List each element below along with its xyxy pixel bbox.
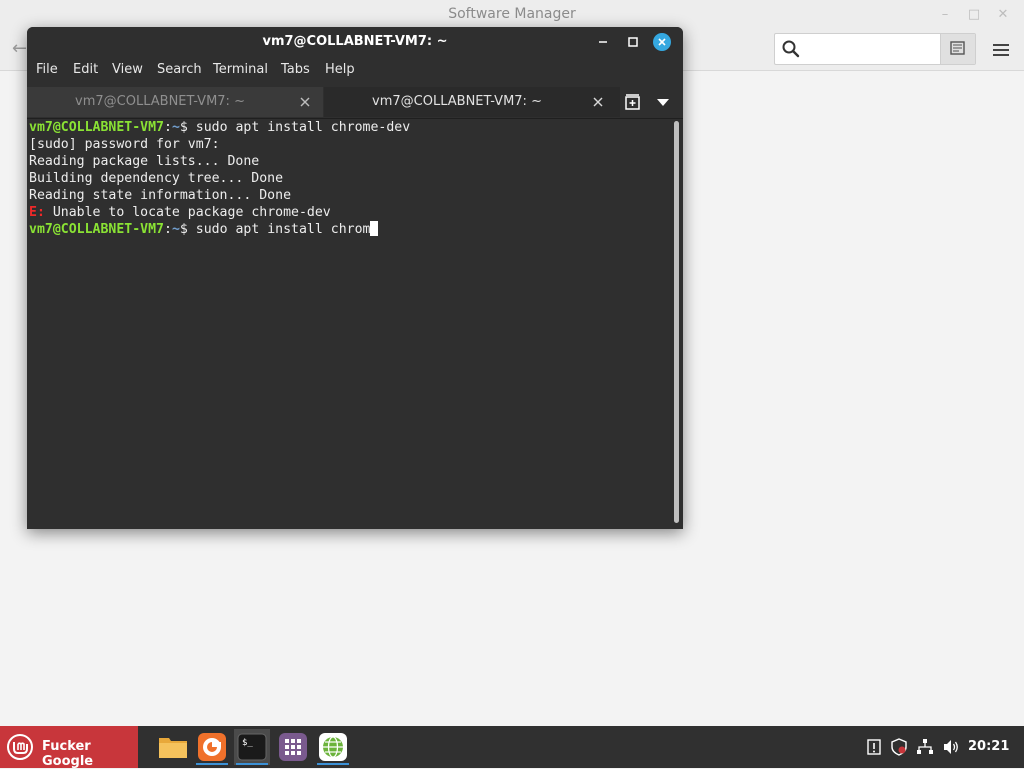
taskbar-firefox[interactable] bbox=[194, 729, 230, 765]
prompt-colon: : bbox=[163, 120, 172, 135]
maximize-icon[interactable]: □ bbox=[963, 4, 985, 26]
search-icon bbox=[782, 40, 800, 58]
files-icon bbox=[159, 738, 187, 758]
app-running-indicator bbox=[236, 763, 268, 765]
menu-search[interactable]: Search bbox=[157, 62, 202, 77]
menu-view[interactable]: View bbox=[112, 62, 143, 77]
terminal-tab-1[interactable]: vm7@COLLABNET-VM7: ~ bbox=[27, 87, 323, 117]
terminal-titlebar[interactable]: vm7@COLLABNET-VM7: ~ bbox=[27, 27, 683, 57]
close-button[interactable] bbox=[653, 33, 671, 51]
search-box[interactable] bbox=[774, 33, 976, 65]
software-manager-titlebar: Software Manager – □ ✕ bbox=[0, 0, 1024, 30]
terminal-line: vm7@COLLABNET-VM7:~$ sudo apt install ch… bbox=[29, 221, 379, 238]
command-input[interactable]: sudo apt install chrom bbox=[188, 222, 371, 237]
terminal-output[interactable]: vm7@COLLABNET-VM7:~$ sudo apt install ch… bbox=[27, 119, 673, 529]
update-manager-icon[interactable] bbox=[865, 738, 883, 756]
terminal-line: Reading state information... Done bbox=[29, 188, 292, 203]
text-cursor bbox=[370, 221, 379, 236]
minimize-icon[interactable] bbox=[595, 35, 611, 49]
clear-search-icon bbox=[950, 41, 965, 55]
menu-tabs[interactable]: Tabs bbox=[281, 62, 310, 77]
terminal-scrollbar[interactable] bbox=[674, 121, 679, 523]
chevron-down-icon[interactable] bbox=[655, 95, 671, 109]
menu-terminal[interactable]: Terminal bbox=[213, 62, 268, 77]
prompt-path: ~ bbox=[171, 120, 180, 135]
taskbar-software-manager[interactable] bbox=[315, 729, 351, 765]
shield-icon[interactable] bbox=[890, 738, 908, 756]
network-icon[interactable] bbox=[916, 738, 934, 756]
clock[interactable]: 20:21 bbox=[968, 739, 1009, 754]
apps-grid-icon bbox=[279, 733, 307, 761]
error-prefix: E: bbox=[29, 205, 45, 220]
prompt-user: vm7@COLLABNET-VM7 bbox=[29, 120, 164, 135]
prompt-colon: : bbox=[163, 222, 172, 237]
terminal-line: Reading package lists... Done bbox=[29, 154, 260, 169]
menu-help[interactable]: Help bbox=[325, 62, 355, 77]
tab-label: vm7@COLLABNET-VM7: ~ bbox=[372, 94, 542, 109]
hamburger-menu-icon[interactable] bbox=[990, 39, 1012, 61]
command-text: sudo apt install chrome-dev bbox=[187, 120, 411, 135]
search-input[interactable] bbox=[807, 38, 941, 62]
terminal-line: Building dependency tree... Done bbox=[29, 171, 284, 186]
network-globe-icon bbox=[319, 733, 347, 761]
start-menu-label: Fucker Google bbox=[42, 739, 94, 769]
terminal-line: vm7@COLLABNET-VM7:~$ sudo apt install ch… bbox=[29, 119, 410, 136]
taskbar-files[interactable] bbox=[155, 729, 191, 765]
start-menu-button[interactable]: Fucker Google bbox=[0, 726, 138, 769]
software-manager-title: Software Manager bbox=[448, 6, 576, 22]
search-clear-button[interactable] bbox=[940, 34, 975, 64]
maximize-icon[interactable] bbox=[625, 35, 641, 49]
minimize-icon[interactable]: – bbox=[934, 4, 956, 26]
taskbar: Fucker Google $_ 20:21 bbox=[0, 726, 1024, 769]
taskbar-terminal[interactable]: $_ bbox=[234, 729, 270, 765]
prompt-user: vm7@COLLABNET-VM7 bbox=[29, 222, 164, 237]
close-icon[interactable]: ✕ bbox=[992, 4, 1014, 26]
taskbar-apps[interactable] bbox=[275, 729, 311, 765]
menu-edit[interactable]: Edit bbox=[73, 62, 98, 77]
terminal-line: E: Unable to locate package chrome-dev bbox=[29, 204, 331, 221]
tab-close-icon[interactable] bbox=[298, 95, 312, 109]
prompt-symbol: $ bbox=[179, 120, 188, 135]
terminal-tabbar: vm7@COLLABNET-VM7: ~ vm7@COLLABNET-VM7: … bbox=[27, 85, 683, 119]
terminal-window: vm7@COLLABNET-VM7: ~ File Edit View Sear… bbox=[27, 27, 683, 529]
terminal-title: vm7@COLLABNET-VM7: ~ bbox=[262, 34, 448, 49]
tab-close-icon[interactable] bbox=[591, 95, 605, 109]
terminal-line: [sudo] password for vm7: bbox=[29, 137, 220, 152]
terminal-icon: $_ bbox=[237, 733, 267, 761]
app-running-indicator bbox=[196, 763, 228, 765]
prompt-symbol: $ bbox=[179, 222, 188, 237]
app-running-indicator bbox=[317, 763, 349, 765]
terminal-menubar: File Edit View Search Terminal Tabs Help bbox=[27, 57, 683, 85]
firefox-icon bbox=[198, 733, 226, 761]
menu-file[interactable]: File bbox=[36, 62, 58, 77]
tab-label: vm7@COLLABNET-VM7: ~ bbox=[75, 94, 245, 109]
new-tab-icon[interactable] bbox=[624, 93, 642, 111]
volume-icon[interactable] bbox=[942, 738, 960, 756]
prompt-path: ~ bbox=[171, 222, 180, 237]
close-icon bbox=[658, 38, 666, 46]
svg-text:$_: $_ bbox=[242, 738, 253, 748]
error-text: Unable to locate package chrome-dev bbox=[44, 205, 331, 220]
terminal-tab-2[interactable]: vm7@COLLABNET-VM7: ~ bbox=[324, 87, 620, 117]
mint-logo-icon bbox=[7, 734, 33, 760]
